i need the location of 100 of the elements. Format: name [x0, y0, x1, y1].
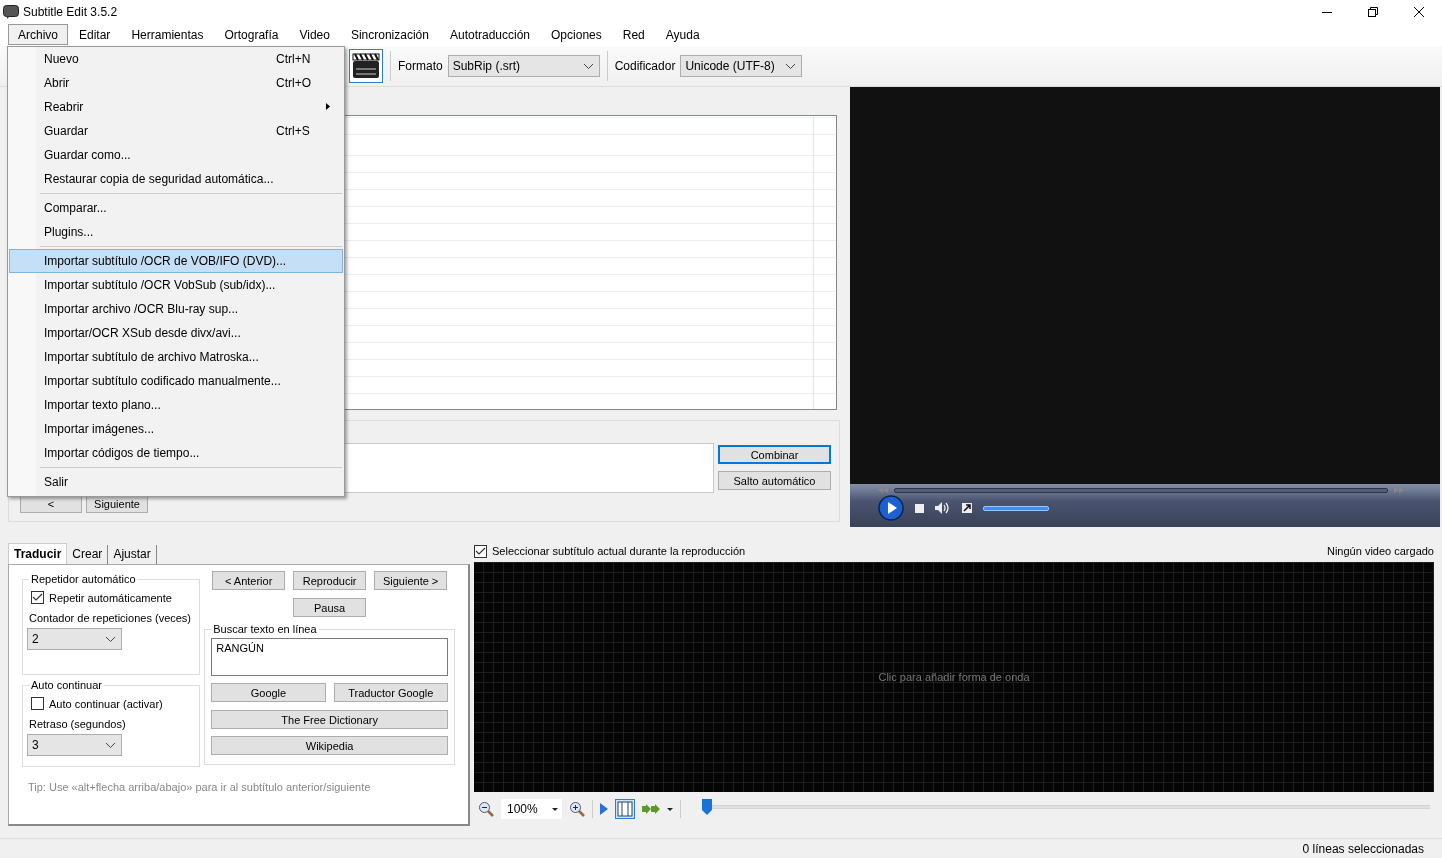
app-icon — [3, 4, 19, 19]
menu-entry[interactable]: Plugins... — [9, 220, 343, 244]
menu-entry[interactable]: Importar subtítulo de archivo Matroska... — [9, 345, 343, 369]
menu-item[interactable]: Editar — [69, 24, 121, 45]
delay-dropdown[interactable]: 3 — [27, 734, 122, 756]
tab[interactable]: Traducir — [8, 543, 68, 564]
menu-entry-label: Reabrir — [44, 100, 85, 114]
shortcut-text: Ctrl+O — [276, 76, 312, 90]
menu-entry[interactable]: Guardar como... — [9, 143, 343, 167]
status-text: 0 líneas seleccionadas — [1302, 842, 1424, 856]
menu-item[interactable]: Opciones — [541, 24, 612, 45]
menu-entry-label: Importar subtítulo de archivo Matroska... — [44, 350, 260, 364]
stop-icon[interactable] — [915, 503, 924, 513]
menu-entry[interactable]: Importar subtítulo /OCR VobSub (sub/idx)... — [9, 273, 343, 297]
menu-item[interactable]: Red — [612, 24, 655, 45]
play-button[interactable]: Reproducir — [293, 571, 367, 590]
checkbox[interactable] — [474, 544, 487, 558]
menu-entry-label: Guardar como... — [44, 148, 132, 162]
double-arrow-icon[interactable] — [641, 804, 660, 814]
menu-entry-label: Importar archivo /OCR Blu-ray sup... — [44, 302, 240, 316]
waveform-panel[interactable]: Clic para añadir forma de onda — [474, 562, 1434, 792]
menu-item[interactable]: Autotraducción — [439, 24, 541, 45]
menu-item[interactable]: Ayuda — [655, 24, 710, 45]
menu-entry-label: Importar subtítulo /OCR VobSub (sub/idx)... — [44, 278, 277, 292]
field-label: Retraso (segundos) — [29, 718, 126, 730]
menu-entry-label: Importar códigos de tiempo... — [44, 446, 201, 460]
previous-button[interactable]: < Anterior — [212, 571, 286, 590]
menu-entry[interactable]: Abrir Ctrl+O — [9, 71, 343, 95]
menu-entry-label: Importar texto plano... — [44, 398, 162, 412]
field-label: Contador de repeticiones (veces) — [29, 612, 192, 624]
menu-item[interactable]: Archivo — [8, 24, 68, 45]
zoom-dropdown[interactable]: 100% — [501, 799, 562, 819]
encoding-label: Codificador — [614, 59, 676, 73]
chevron-icon — [583, 63, 593, 69]
auto-break-button[interactable]: Salto automático — [718, 471, 831, 490]
search-text-field[interactable]: RANGÚN — [211, 638, 448, 676]
checkbox[interactable] — [31, 591, 44, 604]
menu-entry-label: Guardar — [44, 124, 90, 138]
group-title: Buscar texto en línea — [212, 623, 318, 635]
count-dropdown[interactable]: 2 — [27, 628, 122, 650]
slider-thumb[interactable] — [701, 799, 712, 815]
google-button[interactable]: Google — [211, 683, 326, 702]
shortcut-text: Ctrl+N — [276, 52, 312, 66]
combine-button[interactable]: Combinar — [718, 445, 831, 464]
menu-entry[interactable]: Importar imágenes... — [9, 417, 343, 441]
wikipedia-button[interactable]: Wikipedia — [211, 736, 448, 755]
caret-icon — [551, 807, 558, 811]
menu-entry[interactable]: Reabrir — [9, 95, 343, 119]
film-strip-icon[interactable] — [614, 799, 635, 819]
menu-entry[interactable]: Salir — [9, 470, 343, 494]
chevron-icon — [106, 636, 115, 642]
window-title: Subtitle Edit 3.5.2 — [23, 4, 118, 19]
tip-text: Tip: Use «alt+flecha arriba/abajo» para ir al subtítulo anterior/siguiente — [27, 781, 372, 793]
encoding-dropdown[interactable]: Unicode (UTF-8) — [680, 55, 803, 77]
checkbox-label: Seleccionar subtítulo actual durante la reproducción — [492, 545, 746, 557]
menu-entry-label: Abrir — [44, 76, 71, 90]
caret-icon[interactable] — [666, 807, 673, 811]
menu-item[interactable]: Video — [289, 24, 340, 45]
zoom-in-icon[interactable] — [568, 801, 585, 817]
menu-entry-label: Restaurar copia de seguridad automática... — [44, 172, 275, 186]
format-label: Formato — [398, 59, 443, 73]
chevron-icon — [106, 742, 115, 748]
menu-item[interactable]: Herramientas — [121, 24, 214, 45]
close-icon[interactable] — [1414, 6, 1424, 17]
menu-entry[interactable]: Restaurar copia de seguridad automática... — [9, 167, 343, 191]
menu-entry-label: Comparar... — [44, 201, 108, 215]
zoom-out-icon[interactable] — [478, 801, 494, 817]
shortcut-text: Ctrl+S — [276, 124, 311, 138]
menu-entry[interactable]: Importar/OCR XSub desde divx/avi... — [9, 321, 343, 345]
menu-entry[interactable]: Importar subtítulo /OCR de VOB/IFO (DVD)... — [9, 249, 343, 273]
checkbox[interactable] — [31, 697, 44, 710]
group-title: Repetidor automático — [30, 573, 137, 585]
play-icon[interactable] — [878, 495, 904, 521]
clapperboard-icon[interactable] — [349, 49, 383, 83]
restore-icon[interactable] — [1368, 6, 1378, 17]
menu-entry[interactable]: Importar subtítulo codificado manualmente... — [9, 369, 343, 393]
volume-bar[interactable] — [983, 505, 1049, 511]
menu-entry-label: Salir — [44, 475, 69, 489]
menu-entry[interactable]: Importar archivo /OCR Blu-ray sup... — [9, 297, 343, 321]
menu-item[interactable]: Sincronización — [340, 24, 439, 45]
speaker-icon[interactable] — [935, 502, 951, 514]
google-translate-button[interactable]: Traductor Google — [333, 683, 448, 702]
pause-button[interactable]: Pausa — [293, 598, 367, 617]
menu-entry[interactable]: Importar códigos de tiempo... — [9, 441, 343, 465]
checkbox-label: Auto continuar (activar) — [49, 697, 163, 710]
menu-entry-label: Importar subtítulo /OCR de VOB/IFO (DVD)... — [44, 254, 288, 268]
dictionary-button[interactable]: The Free Dictionary — [211, 710, 448, 729]
menu-entry[interactable]: Importar texto plano... — [9, 393, 343, 417]
menu-entry[interactable]: Nuevo Ctrl+N — [9, 47, 343, 71]
seek-bar[interactable] — [894, 487, 1388, 493]
format-dropdown[interactable]: SubRip (.srt) — [447, 55, 600, 77]
menu-entry-label: Importar imágenes... — [44, 422, 156, 436]
video-status: Ningún video cargado — [1326, 545, 1434, 557]
fullscreen-icon[interactable] — [962, 503, 972, 513]
menu-entry-label: Importar subtítulo codificado manualmente... — [44, 374, 282, 388]
next-button[interactable]: Siguiente > — [374, 571, 448, 590]
menu-entry-label: Plugins... — [44, 225, 95, 239]
menu-entry[interactable]: Guardar Ctrl+S — [9, 119, 343, 143]
menu-item[interactable]: Ortografía — [214, 24, 289, 45]
menu-entry[interactable]: Comparar... — [9, 196, 343, 220]
